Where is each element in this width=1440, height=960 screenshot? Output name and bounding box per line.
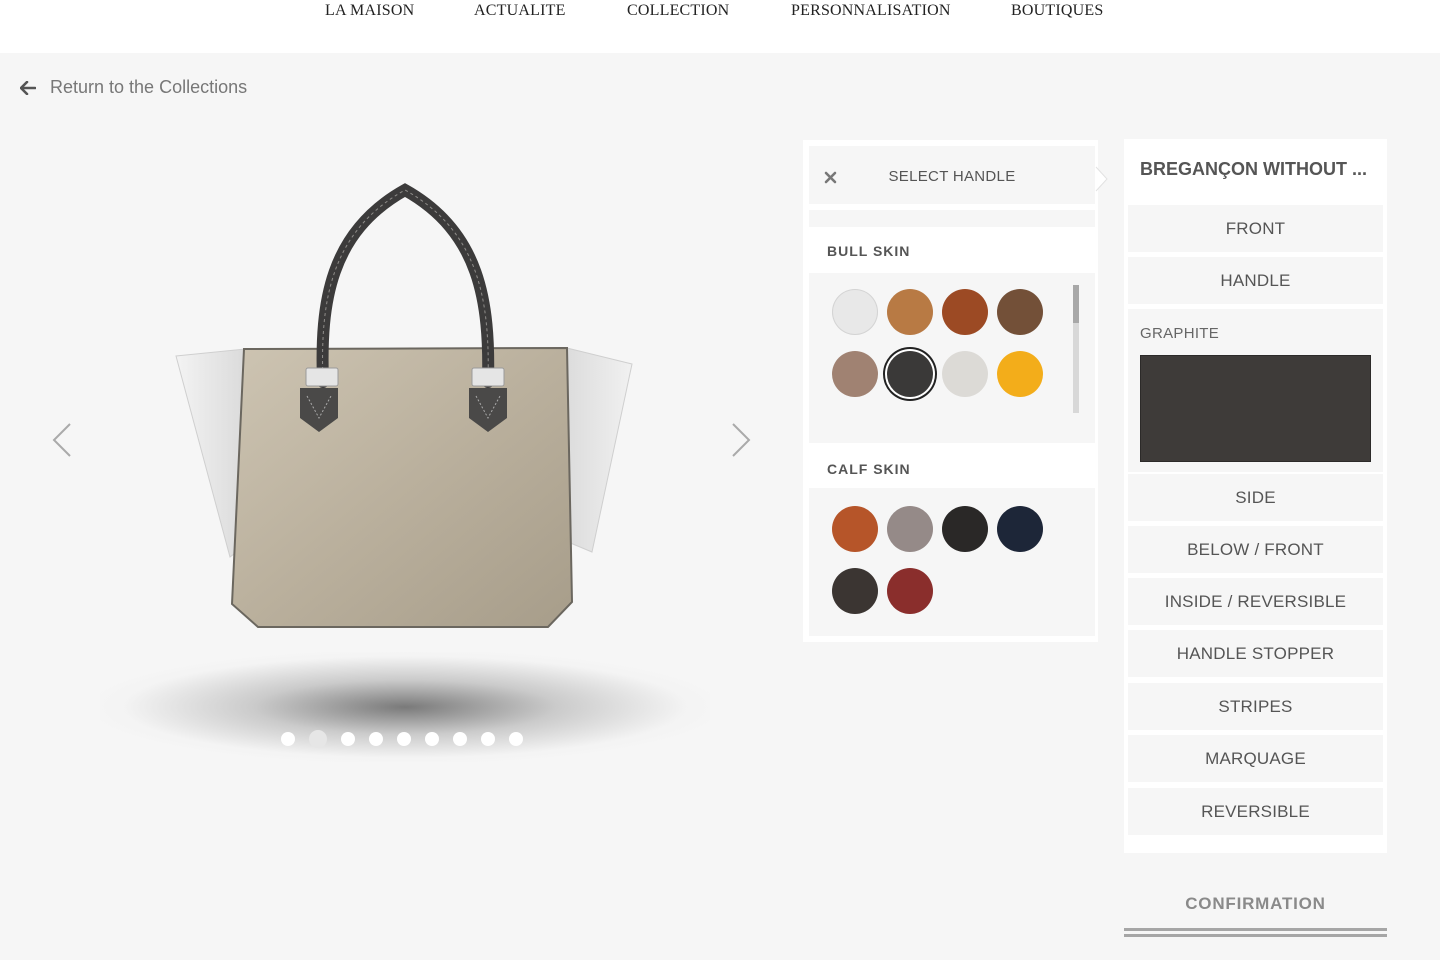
product-stage [0, 130, 800, 790]
selector-header: SELECT HANDLE [809, 146, 1095, 204]
nav-item-la-maison[interactable]: LA MAISON [325, 2, 414, 20]
carousel-dot[interactable] [341, 732, 355, 746]
swatch-bull-5[interactable] [832, 351, 878, 397]
carousel-dot[interactable] [369, 732, 383, 746]
carousel-dot[interactable] [481, 732, 495, 746]
parts-panel: BREGANÇON WITHOUT ... FRONT HANDLE GRAPH… [1124, 139, 1387, 853]
material-sample-swatch [1140, 355, 1371, 462]
swatch-bull-6[interactable] [887, 351, 933, 397]
part-button-handle[interactable]: HANDLE [1128, 257, 1383, 304]
carousel-dot[interactable] [397, 732, 411, 746]
current-material-name: GRAPHITE [1140, 325, 1220, 342]
return-to-collections-label: Return to the Collections [50, 77, 248, 97]
selector-pointer-icon [1095, 166, 1108, 192]
carousel-dot[interactable] [453, 732, 467, 746]
nav-item-boutiques[interactable]: BOUTIQUES [1011, 2, 1103, 20]
swatch-bull-1[interactable] [832, 289, 878, 335]
part-button-marquage[interactable]: MARQUAGE [1128, 735, 1383, 782]
chevron-right-icon[interactable] [729, 422, 753, 458]
swatch-bull-4[interactable] [997, 289, 1043, 335]
carousel-dot-active[interactable] [309, 730, 327, 748]
swatch-calf-5[interactable] [832, 568, 878, 614]
calf-skin-swatches [809, 488, 1095, 636]
part-button-front[interactable]: FRONT [1128, 205, 1383, 252]
confirmation-underline [1124, 928, 1387, 931]
part-button-reversible[interactable]: REVERSIBLE [1128, 788, 1383, 835]
section-title-bull-skin: BULL SKIN [827, 243, 911, 259]
swatch-calf-4[interactable] [997, 506, 1043, 552]
swatch-calf-1[interactable] [832, 506, 878, 552]
top-nav: LA MAISON ACTUALITE COLLECTION PERSONNAL… [0, 0, 1440, 53]
bull-skin-swatches [809, 273, 1095, 443]
swatch-calf-6[interactable] [887, 568, 933, 614]
part-button-handle-stopper[interactable]: HANDLE STOPPER [1128, 630, 1383, 677]
selector-spacer [809, 210, 1095, 227]
selector-title: SELECT HANDLE [888, 168, 1016, 185]
part-button-below-front[interactable]: BELOW / FRONT [1128, 526, 1383, 573]
swatch-calf-2[interactable] [887, 506, 933, 552]
confirmation-button[interactable]: CONFIRMATION [1124, 880, 1387, 940]
section-title-calf-skin: CALF SKIN [827, 461, 911, 477]
carousel-dot[interactable] [281, 732, 295, 746]
swatch-calf-3[interactable] [942, 506, 988, 552]
swatch-bull-8[interactable] [997, 351, 1043, 397]
nav-item-actualite[interactable]: ACTUALITE [474, 2, 566, 20]
carousel-dot[interactable] [425, 732, 439, 746]
arrow-left-icon [20, 80, 36, 95]
swatch-scrollbar[interactable] [1073, 285, 1079, 413]
carousel-dot[interactable] [509, 732, 523, 746]
confirmation-label: CONFIRMATION [1185, 894, 1326, 913]
return-to-collections-link[interactable]: Return to the Collections [20, 77, 247, 98]
chevron-left-icon[interactable] [50, 422, 74, 458]
swatch-bull-2[interactable] [887, 289, 933, 335]
swatch-scrollbar-thumb[interactable] [1073, 285, 1079, 323]
nav-item-personnalisation[interactable]: PERSONNALISATION [791, 2, 951, 20]
part-button-inside-reversible[interactable]: INSIDE / REVERSIBLE [1128, 578, 1383, 625]
material-selector-panel: SELECT HANDLE BULL SKIN CALF SKIN [803, 140, 1098, 642]
current-material-preview: GRAPHITE [1128, 309, 1383, 472]
swatch-bull-7[interactable] [942, 351, 988, 397]
part-button-stripes[interactable]: STRIPES [1128, 683, 1383, 730]
carousel-dots [281, 730, 523, 748]
product-name: BREGANÇON WITHOUT ... [1140, 159, 1367, 179]
nav-item-collection[interactable]: COLLECTION [627, 2, 729, 20]
handbag-preview-image [175, 183, 633, 628]
part-button-side[interactable]: SIDE [1128, 474, 1383, 521]
confirmation-underline [1124, 934, 1387, 937]
swatch-bull-3[interactable] [942, 289, 988, 335]
